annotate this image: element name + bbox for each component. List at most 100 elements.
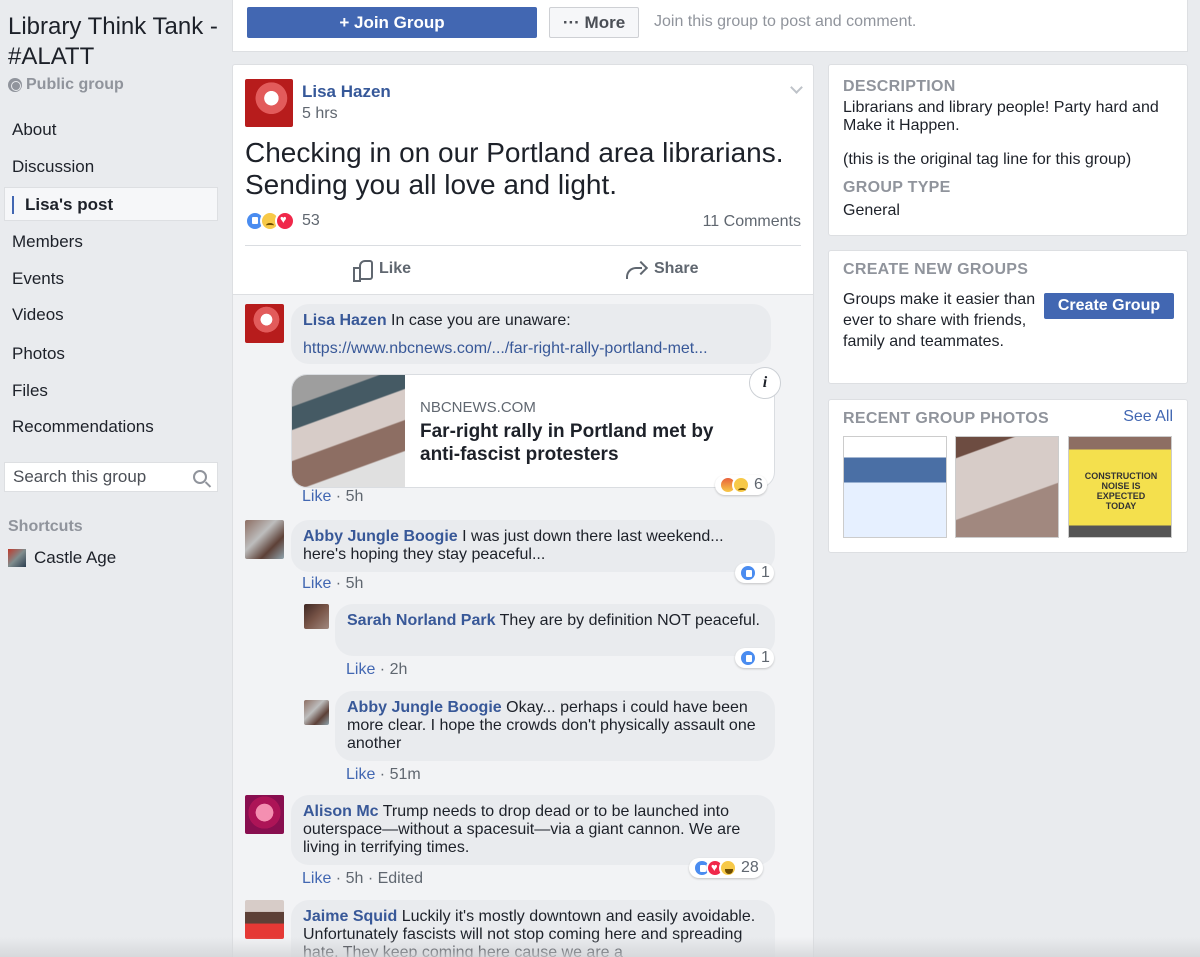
- avatar[interactable]: [245, 900, 284, 939]
- share-arrow-icon: [626, 261, 646, 279]
- group-type-value: General: [843, 202, 900, 219]
- group-photo-thumbnail[interactable]: [955, 436, 1059, 538]
- comment-text: They are by definition NOT peaceful.: [499, 612, 760, 629]
- comment-time[interactable]: 5h: [346, 870, 364, 887]
- comment-time[interactable]: 5h: [346, 575, 364, 592]
- comment-reactions[interactable]: 6: [715, 475, 767, 495]
- group-privacy-label: Public group: [26, 76, 124, 93]
- like-button[interactable]: Like: [353, 260, 412, 282]
- recent-photos-card: RECENT GROUP PHOTOS See All CONSTRUCTION…: [828, 399, 1188, 553]
- group-title[interactable]: Library Think Tank - #ALATT: [8, 12, 222, 72]
- nav-item-about[interactable]: About: [4, 113, 218, 147]
- nav-item-photos[interactable]: Photos: [4, 337, 218, 371]
- comment-like-link[interactable]: Like: [302, 575, 331, 592]
- comment-like-link[interactable]: Like: [302, 488, 331, 505]
- nav-item-discussion[interactable]: Discussion: [4, 150, 218, 184]
- comment-author[interactable]: Abby Jungle Boogie: [303, 528, 458, 545]
- description-card: DESCRIPTION Librarians and library peopl…: [828, 64, 1188, 236]
- post-reactions[interactable]: 53: [245, 211, 320, 231]
- divider: [245, 245, 801, 246]
- group-privacy: Public group: [8, 76, 124, 94]
- sad-reaction-icon: [732, 476, 750, 494]
- comment-bubble: Abby Jungle Boogie I was just down there…: [291, 520, 775, 572]
- see-all-link[interactable]: See All: [1123, 408, 1173, 426]
- nav-item-recommendations[interactable]: Recommendations: [4, 410, 218, 444]
- search-group-input[interactable]: Search this group: [4, 462, 218, 492]
- nav-item-lisas-post[interactable]: Lisa's post: [4, 187, 218, 221]
- comment-meta: Like · 5h: [302, 575, 364, 592]
- comment-author[interactable]: Abby Jungle Boogie: [347, 699, 502, 716]
- shortcut-label: Castle Age: [34, 548, 117, 567]
- comment-author[interactable]: Sarah Norland Park: [347, 612, 496, 629]
- join-hint-text: Join this group to post and comment.: [654, 13, 917, 30]
- bottom-fade: [0, 937, 1200, 957]
- photo-sign-text: CONSTRUCTION NOISE IS EXPECTED TODAY: [1084, 471, 1158, 511]
- globe-icon: [8, 78, 22, 92]
- comments-count[interactable]: 11 Comments: [703, 213, 801, 231]
- comment-meta: Like · 5h: [302, 488, 364, 505]
- create-groups-heading: CREATE NEW GROUPS: [843, 261, 1029, 278]
- like-label: Like: [379, 260, 412, 277]
- comment-time[interactable]: 2h: [390, 661, 408, 678]
- comment-time[interactable]: 5h: [346, 488, 364, 505]
- link-preview-card[interactable]: NBCNEWS.COM Far-right rally in Portland …: [291, 374, 775, 488]
- comment-like-link[interactable]: Like: [346, 766, 375, 783]
- create-groups-text: Groups make it easier than ever to share…: [843, 291, 1036, 350]
- description-text: Librarians and library people! Party har…: [843, 99, 1159, 134]
- info-icon[interactable]: i: [749, 367, 781, 399]
- shortcuts-heading: Shortcuts: [8, 518, 83, 535]
- avatar[interactable]: [245, 520, 284, 559]
- reply-bubble: Abby Jungle Boogie Okay... perhaps i cou…: [335, 691, 775, 761]
- castle-age-icon: [8, 549, 26, 567]
- link-preview-image: [292, 375, 405, 487]
- like-reaction-icon: [739, 564, 757, 582]
- description-heading: DESCRIPTION: [843, 78, 956, 95]
- comment-reactions[interactable]: 28: [689, 858, 763, 878]
- comment-reactions[interactable]: 1: [735, 648, 774, 668]
- description-note: (this is the original tag line for this …: [843, 151, 1132, 168]
- create-group-button[interactable]: Create Group: [1044, 293, 1174, 319]
- comment-author[interactable]: Jaime Squid: [303, 908, 397, 925]
- avatar[interactable]: [304, 604, 329, 629]
- nav-item-members[interactable]: Members: [4, 225, 218, 259]
- post-card: Lisa Hazen 5 hrs Checking in on our Port…: [232, 64, 814, 957]
- group-photo-thumbnail[interactable]: CONSTRUCTION NOISE IS EXPECTED TODAY: [1068, 436, 1172, 538]
- avatar[interactable]: [245, 795, 284, 834]
- create-groups-card: CREATE NEW GROUPS Groups make it easier …: [828, 250, 1188, 384]
- more-button[interactable]: ··· More: [549, 7, 639, 38]
- link-title[interactable]: Far-right rally in Portland met by anti-…: [420, 420, 750, 466]
- group-photo-thumbnail[interactable]: [843, 436, 947, 538]
- post-text: Checking in on our Portland area librari…: [245, 137, 784, 200]
- chevron-down-icon[interactable]: [790, 81, 803, 94]
- join-group-button[interactable]: + Join Group: [247, 7, 537, 38]
- recent-photos-heading: RECENT GROUP PHOTOS: [843, 410, 1050, 427]
- comment-author[interactable]: Alison Mc: [303, 803, 379, 820]
- nav-item-events[interactable]: Events: [4, 262, 218, 296]
- comment-edited[interactable]: Edited: [378, 870, 423, 887]
- link-domain: NBCNEWS.COM: [420, 399, 536, 416]
- shortcut-castle-age[interactable]: Castle Age: [8, 548, 116, 568]
- comment-reactions[interactable]: 1: [735, 563, 774, 583]
- search-icon[interactable]: [193, 470, 207, 484]
- avatar[interactable]: [245, 79, 293, 127]
- reaction-count: 1: [761, 649, 770, 666]
- comment-like-link[interactable]: Like: [346, 661, 375, 678]
- avatar[interactable]: [245, 304, 284, 343]
- reaction-count: 6: [754, 476, 763, 493]
- haha-reaction-icon: [719, 859, 737, 877]
- post-timestamp[interactable]: 5 hrs: [302, 105, 338, 123]
- comment-link[interactable]: https://www.nbcnews.com/.../far-right-ra…: [303, 340, 759, 358]
- avatar[interactable]: [304, 700, 329, 725]
- search-placeholder: Search this group: [13, 467, 147, 486]
- share-button[interactable]: Share: [626, 260, 698, 279]
- reaction-count: 28: [741, 859, 759, 876]
- comment-author[interactable]: Lisa Hazen: [303, 312, 387, 329]
- comment-meta: Like · 5h · Edited: [302, 870, 423, 887]
- post-author[interactable]: Lisa Hazen: [302, 82, 391, 102]
- comment-text: In case you are unaware:: [391, 312, 571, 329]
- comment-like-link[interactable]: Like: [302, 870, 331, 887]
- nav-item-videos[interactable]: Videos: [4, 298, 218, 332]
- reply-bubble: Sarah Norland Park They are by definitio…: [335, 604, 775, 656]
- comment-time[interactable]: 51m: [390, 766, 421, 783]
- nav-item-files[interactable]: Files: [4, 374, 218, 408]
